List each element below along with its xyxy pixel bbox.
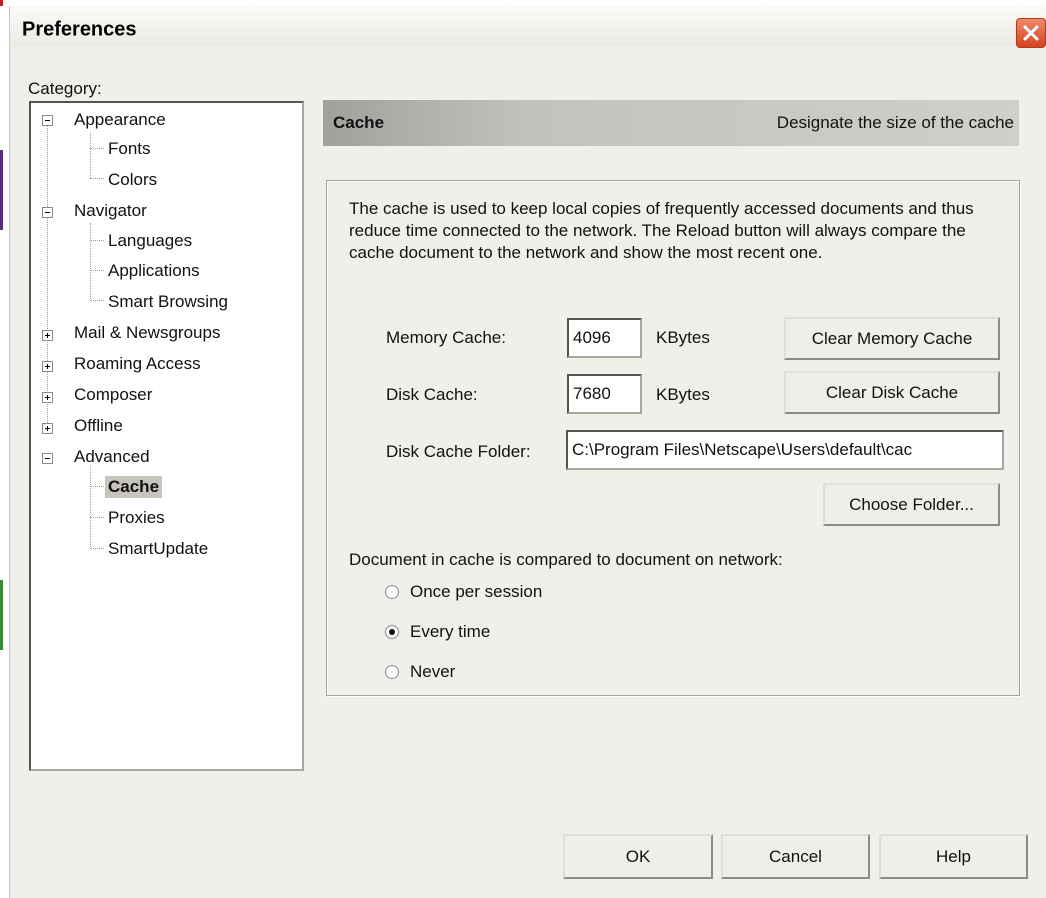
minus-box-icon[interactable] [42,207,53,218]
cancel-button[interactable]: Cancel [721,834,870,879]
panel-header: Cache Designate the size of the cache [323,100,1019,146]
tree-item-smartupdate[interactable]: SmartUpdate [108,538,208,560]
tree-line [90,466,91,549]
disk-cache-label: Disk Cache: [386,385,478,404]
tree-item-appearance[interactable]: Appearance [74,109,166,131]
disk-cache-folder-input[interactable]: C:\Program Files\Netscape\Users\default\… [566,430,1004,470]
clear-memory-cache-button[interactable]: Clear Memory Cache [784,317,1000,360]
tree-item-applications[interactable]: Applications [108,260,200,282]
tree-item-colors[interactable]: Colors [108,169,157,191]
radio-button[interactable] [385,585,399,599]
plus-box-icon[interactable] [42,361,53,372]
clear-disk-cache-button[interactable]: Clear Disk Cache [784,371,1000,414]
tree-line [90,223,91,301]
tree-item-composer[interactable]: Composer [74,384,152,406]
radio-every-time[interactable]: Every time [385,621,645,643]
tree-item-mail-newsgroups[interactable]: Mail & Newsgroups [74,322,220,344]
category-label: Category: [28,79,102,98]
tree-line [90,517,104,518]
disk-cache-folder-label: Disk Cache Folder: [386,442,531,461]
memory-cache-unit: KBytes [656,328,710,347]
memory-cache-label: Memory Cache: [386,328,506,347]
close-button[interactable] [1016,18,1046,48]
ok-button[interactable]: OK [563,834,713,879]
radio-button-selected[interactable] [385,625,399,639]
radio-label: Once per session [410,582,543,601]
tree-item-navigator[interactable]: Navigator [74,200,147,222]
radio-label: Every time [410,622,491,641]
plus-box-icon[interactable] [42,392,53,403]
tree-line [90,486,104,487]
disk-cache-input[interactable]: 7680 [567,374,642,414]
tree-line [90,148,104,149]
tree-item-proxies[interactable]: Proxies [108,507,165,529]
disk-cache-unit: KBytes [656,385,710,404]
radio-once-per-session[interactable]: Once per session [385,581,645,603]
tree-item-languages[interactable]: Languages [108,230,192,252]
radio-button[interactable] [385,665,399,679]
help-button[interactable]: Help [879,834,1028,879]
panel-description: Designate the size of the cache [776,113,1014,132]
plus-box-icon[interactable] [42,423,53,434]
panel-title: Cache [333,113,385,132]
tree-line [90,548,104,549]
tree-item-roaming-access[interactable]: Roaming Access [74,353,201,375]
tree-line [90,133,91,178]
edge-mark [0,150,3,230]
radio-never[interactable]: Never [385,661,645,683]
background-edge [0,0,9,898]
choose-folder-button[interactable]: Choose Folder... [823,483,1000,526]
tree-item-smart-browsing[interactable]: Smart Browsing [108,291,228,313]
memory-cache-input[interactable]: 4096 [567,318,642,358]
tree-line [90,240,104,241]
tree-item-advanced[interactable]: Advanced [74,446,150,468]
window-title: Preferences [22,18,137,41]
tree-item-cache[interactable]: Cache [105,476,163,498]
tree-item-fonts[interactable]: Fonts [108,138,151,160]
radio-label: Never [410,662,456,681]
compare-label: Document in cache is compared to documen… [349,550,783,569]
tree-line [90,270,104,271]
minus-box-icon[interactable] [42,115,53,126]
tree-line [90,300,104,301]
close-icon [1023,25,1039,41]
title-bar[interactable]: Preferences [10,6,1046,48]
category-tree[interactable]: Appearance Fonts Colors Navigator Langua… [29,101,304,771]
edge-mark [0,580,3,650]
tree-line [90,178,104,179]
tree-line [47,125,48,427]
minus-box-icon[interactable] [42,453,53,464]
tree-item-offline[interactable]: Offline [74,415,123,437]
cache-intro-text: The cache is used to keep local copies o… [349,199,974,262]
edge-mark [0,0,3,6]
plus-box-icon[interactable] [42,330,53,341]
